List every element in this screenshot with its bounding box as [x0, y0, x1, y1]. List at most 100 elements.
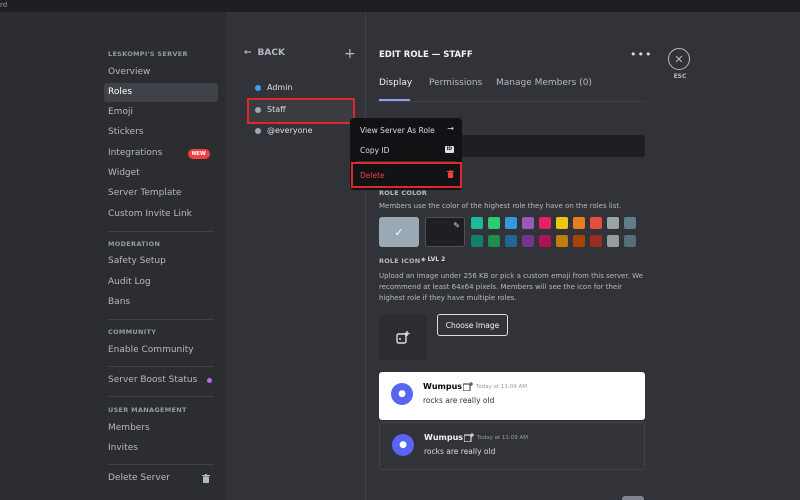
role-icon-description-line: highest role if they have multiple roles…	[379, 294, 517, 302]
color-swatch[interactable]	[607, 217, 619, 229]
sidebar-item-invites[interactable]: Invites	[104, 439, 218, 458]
check-icon: ✓	[394, 225, 404, 239]
role-name: Admin	[267, 83, 293, 92]
sidebar-item-custom-invite-link[interactable]: Custom Invite Link	[104, 205, 218, 224]
color-swatch[interactable]	[556, 235, 568, 247]
role-item-staff[interactable]: Staff	[255, 102, 286, 118]
sidebar-divider	[108, 319, 214, 320]
sidebar-item-bans[interactable]: Bans	[104, 293, 218, 312]
image-add-icon	[396, 330, 410, 344]
sidebar-item-integrations[interactable]: Integrations NEW	[104, 144, 218, 163]
menu-item-view-server-as-role[interactable]: View Server As Role	[360, 126, 435, 135]
community-header: COMMUNITY	[108, 328, 157, 336]
color-swatch[interactable]	[573, 217, 585, 229]
color-swatch[interactable]	[505, 217, 517, 229]
color-swatch[interactable]	[590, 217, 602, 229]
sidebar-item-label: Server Boost Status	[108, 375, 198, 385]
scroll-indicator	[622, 496, 644, 500]
role-name: Staff	[267, 105, 286, 114]
delete-highlight-box	[351, 162, 462, 188]
menu-item-copy-id[interactable]: Copy ID	[360, 146, 389, 155]
sidebar-item-emoji[interactable]: Emoji	[104, 103, 218, 122]
color-swatch[interactable]	[539, 235, 551, 247]
tab-manage-members[interactable]: Manage Members (0)	[496, 78, 592, 88]
arrow-right-icon: →	[447, 124, 454, 133]
color-swatch[interactable]	[590, 235, 602, 247]
color-swatch[interactable]	[471, 235, 483, 247]
back-button[interactable]: ← BACK	[244, 48, 285, 58]
color-swatch[interactable]	[624, 235, 636, 247]
sidebar-divider	[108, 231, 214, 232]
role-color-label: ROLE COLOR	[379, 189, 428, 197]
arrow-left-icon: ←	[244, 48, 252, 58]
new-badge: NEW	[187, 149, 210, 159]
color-swatch[interactable]	[573, 235, 585, 247]
sidebar-item-label: Integrations	[108, 148, 163, 158]
server-name-header: LESKOMPI'S SERVER	[108, 50, 188, 58]
role-color-dot	[255, 128, 261, 134]
eyedropper-icon: ✎	[453, 221, 460, 230]
role-color-dot	[255, 107, 261, 113]
boost-gem-icon	[207, 378, 212, 383]
sidebar-item-widget[interactable]: Widget	[104, 164, 218, 183]
role-icon-placeholder-icon	[464, 433, 474, 442]
color-swatch[interactable]	[522, 217, 534, 229]
color-swatch[interactable]	[522, 235, 534, 247]
avatar: ●	[392, 434, 414, 456]
moderation-header: MODERATION	[108, 240, 161, 248]
role-icon-placeholder-icon	[463, 382, 473, 391]
tabs-divider	[379, 101, 645, 102]
avatar: ●	[391, 383, 413, 405]
sidebar-item-label: Delete Server	[108, 473, 170, 483]
message-author: Wumpus	[423, 382, 463, 391]
message-text: rocks are really old	[424, 447, 496, 456]
role-item-admin[interactable]: Admin	[255, 80, 293, 96]
color-swatch[interactable]	[471, 217, 483, 229]
more-options-icon[interactable]: •••	[630, 48, 652, 61]
role-item-everyone[interactable]: @everyone	[255, 123, 313, 139]
sidebar-item-enable-community[interactable]: Enable Community	[104, 341, 218, 360]
sidebar-item-server-boost-status[interactable]: Server Boost Status	[104, 371, 218, 390]
role-color-description: Members use the color of the highest rol…	[379, 202, 622, 210]
sidebar-item-safety-setup[interactable]: Safety Setup	[104, 252, 218, 271]
default-color-swatch[interactable]: ✓	[379, 217, 419, 247]
role-icon-upload-slot[interactable]	[379, 314, 427, 360]
color-swatch[interactable]	[539, 217, 551, 229]
sidebar-item-audit-log[interactable]: Audit Log	[104, 273, 218, 292]
color-swatch[interactable]	[488, 235, 500, 247]
role-icon-description: Upload an image under 256 KB or pick a c…	[379, 271, 649, 304]
sidebar-item-delete-server[interactable]: Delete Server	[104, 469, 218, 488]
choose-image-button[interactable]: Choose Image	[437, 314, 508, 336]
sidebar-item-stickers[interactable]: Stickers	[104, 123, 218, 142]
message-timestamp: Today at 11:09 AM	[477, 435, 529, 441]
sidebar-item-roles[interactable]: Roles	[104, 83, 218, 102]
add-role-plus-icon[interactable]: +	[344, 47, 356, 61]
esc-label: ESC	[673, 73, 687, 80]
role-icon-description-line: Upload an image under 256 KB or pick a c…	[379, 272, 643, 280]
role-color-dot	[255, 85, 261, 91]
boost-level-icon: ◈	[421, 256, 426, 263]
color-swatch[interactable]	[488, 217, 500, 229]
role-name: @everyone	[267, 126, 313, 135]
message-author: Wumpus	[424, 433, 464, 442]
sidebar-item-members[interactable]: Members	[104, 419, 218, 438]
close-settings[interactable]: ✕ ESC	[668, 48, 692, 80]
tab-permissions[interactable]: Permissions	[429, 78, 482, 88]
level-text: LVL 2	[427, 256, 446, 263]
tab-display[interactable]: Display	[379, 78, 412, 88]
sidebar-divider	[108, 464, 214, 465]
preview-light-message: ● Wumpus Today at 11:09 AM rocks are rea…	[379, 372, 645, 420]
color-swatch[interactable]	[607, 235, 619, 247]
wumpus-icon: ●	[398, 389, 406, 399]
close-icon[interactable]: ✕	[668, 48, 690, 70]
wumpus-icon: ●	[399, 440, 407, 450]
sidebar-item-server-template[interactable]: Server Template	[104, 184, 218, 203]
sidebar-item-overview[interactable]: Overview	[104, 63, 218, 82]
color-swatch[interactable]	[505, 235, 517, 247]
left-gutter	[0, 12, 100, 500]
color-swatch[interactable]	[624, 217, 636, 229]
custom-color-swatch[interactable]: ✎	[425, 217, 465, 247]
level-badge: ◈ LVL 2	[421, 256, 445, 263]
settings-sidebar: LESKOMPI'S SERVER Overview Roles Emoji S…	[100, 12, 226, 500]
color-swatch[interactable]	[556, 217, 568, 229]
